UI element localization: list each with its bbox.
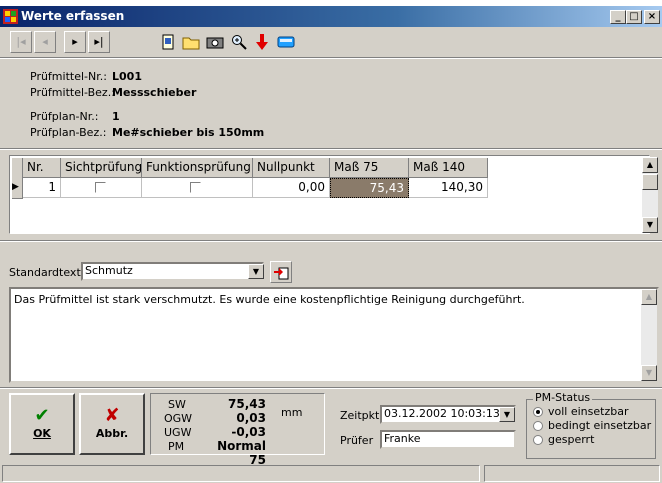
camera-icon[interactable] (204, 31, 226, 53)
pm-status-title: PM-Status (533, 391, 593, 404)
cell-sichtpruefung[interactable] (61, 178, 142, 198)
grid-separator (0, 240, 662, 242)
cell-nullpunkt[interactable]: 0,00 (253, 178, 330, 198)
arrow-down-icon[interactable] (251, 31, 273, 53)
toolbar-separator (0, 57, 662, 59)
close-button[interactable]: × (644, 10, 660, 24)
memo-separator (0, 387, 662, 389)
grid-scroll-thumb[interactable] (642, 174, 658, 190)
pp-bez-label: Prüfplan-Bez.: (30, 126, 107, 139)
zoom-icon[interactable] (228, 31, 250, 53)
ok-label: OK (33, 427, 51, 440)
pruefer-label: Prüfer (340, 434, 374, 447)
grid-corner (12, 158, 23, 179)
cell-funktionspruefung[interactable] (142, 178, 253, 198)
zeitpunkt-dropdown-icon[interactable]: ▼ (499, 407, 515, 422)
header-nullpunkt[interactable]: Nullpunkt (253, 158, 330, 178)
header-mass-75[interactable]: Maß 75 (330, 158, 409, 178)
checkmark-icon: ✔ (34, 405, 50, 426)
open-folder-icon[interactable] (180, 31, 202, 53)
pp-bez-value: Me#schieber bis 150mm (112, 126, 265, 139)
radio-voll-label[interactable]: voll einsetzbar (548, 405, 628, 418)
cancel-label: Abbr. (95, 427, 129, 440)
standardtext-select[interactable]: Schmutz (81, 262, 264, 281)
insert-text-icon[interactable] (270, 261, 292, 283)
memo-text: Das Prüfmittel ist stark verschmutzt. Es… (14, 293, 525, 306)
radio-voll-einsetzbar[interactable] (533, 407, 543, 417)
status-pane-left (2, 465, 480, 482)
radio-gesperrt-label[interactable]: gesperrt (548, 433, 594, 446)
maximize-button[interactable]: □ (626, 10, 642, 24)
sw-value: 75,43 (228, 397, 266, 411)
memo-scroll-up-icon[interactable]: ▲ (641, 289, 657, 305)
pm-bez-label: Prüfmittel-Bez.: (30, 86, 115, 99)
cell-mass-75-selected[interactable]: 75,43 (330, 178, 409, 198)
ok-button[interactable]: ✔ OK (9, 393, 75, 455)
sichtpruefung-checkbox[interactable] (95, 182, 106, 193)
zeitpunkt-label: Zeitpkt. (340, 409, 383, 422)
next-record-button[interactable]: ▸ (64, 31, 86, 53)
info-separator (0, 148, 662, 150)
app-icon (3, 9, 18, 24)
zeitpunkt-field[interactable]: 03.12.2002 10:03:13 (380, 405, 516, 424)
sw-label: SW (168, 398, 186, 411)
last-record-button[interactable]: ▸| (88, 31, 110, 53)
header-nr[interactable]: Nr. (23, 158, 61, 178)
row-indicator-icon: ▶ (12, 178, 23, 199)
ugw-value: -0,03 (231, 425, 266, 439)
minimize-button[interactable]: _ (610, 10, 626, 24)
grid-scroll-up-icon[interactable]: ▲ (642, 157, 658, 173)
memo-scroll-down-icon[interactable]: ▼ (641, 365, 657, 381)
tag-icon[interactable] (275, 31, 297, 53)
ugw-label: UGW (164, 426, 192, 439)
pruefer-field[interactable]: Franke (380, 430, 516, 449)
title-bar: Werte erfassen _ □ × (0, 6, 662, 27)
pp-nr-value: 1 (112, 110, 120, 123)
ogw-label: OGW (164, 412, 193, 425)
status-pane-right (484, 465, 660, 482)
funktionspruefung-checkbox[interactable] (190, 182, 201, 193)
header-sichtpruefung[interactable]: Sichtprüfung (61, 158, 142, 178)
cell-mass-140[interactable]: 140,30 (409, 178, 488, 198)
pm-bez-value: Messschieber (112, 86, 197, 99)
standardtext-dropdown-icon[interactable]: ▼ (248, 264, 264, 279)
pm-nr-label: Prüfmittel-Nr.: (30, 70, 107, 83)
status-bar (0, 463, 662, 483)
print-icon[interactable] (157, 31, 179, 53)
cross-icon: ✘ (104, 405, 120, 426)
pm-label: PM (168, 440, 185, 453)
standardtext-label: Standardtext (9, 266, 81, 279)
cancel-button[interactable]: ✘ Abbr. (79, 393, 145, 455)
header-funktionspruefung[interactable]: Funktionsprüfung (142, 158, 253, 178)
unit-label: mm (281, 406, 303, 419)
radio-bedingt-einsetzbar[interactable] (533, 421, 543, 431)
prev-record-button[interactable]: ◂ (34, 31, 56, 53)
radio-gesperrt[interactable] (533, 435, 543, 445)
grid-scroll-down-icon[interactable]: ▼ (642, 217, 658, 233)
first-record-button[interactable]: |◂ (10, 31, 32, 53)
radio-bedingt-label[interactable]: bedingt einsetzbar (548, 419, 651, 432)
cell-nr[interactable]: 1 (23, 178, 61, 198)
window-title: Werte erfassen (21, 9, 125, 23)
pm-nr-value: L001 (112, 70, 142, 83)
memo-textarea[interactable]: Das Prüfmittel ist stark verschmutzt. Es… (9, 287, 659, 383)
header-mass-140[interactable]: Maß 140 (409, 158, 488, 178)
pp-nr-label: Prüfplan-Nr.: (30, 110, 99, 123)
ogw-value: 0,03 (236, 411, 266, 425)
